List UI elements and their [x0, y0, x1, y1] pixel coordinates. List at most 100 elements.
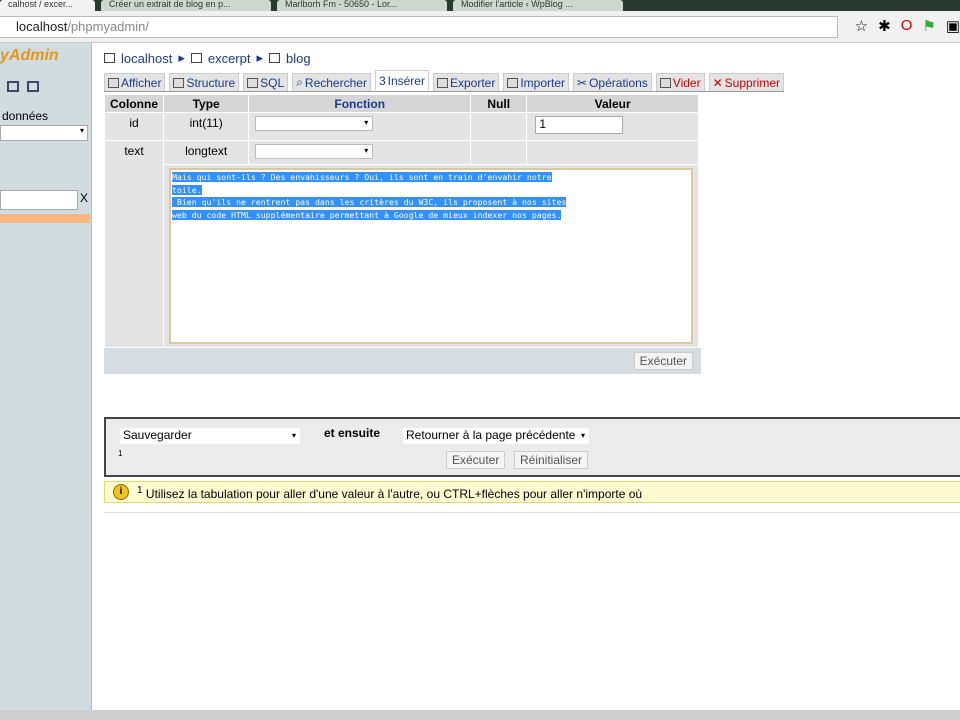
header-type: Type — [164, 95, 249, 112]
star-icon[interactable]: ☆ — [855, 17, 868, 35]
table-row: id int(11) ▾ 1 — [105, 113, 698, 140]
tab-afficher[interactable]: Afficher — [104, 73, 166, 91]
browser-tab[interactable]: Modifier l'article ‹ WpBlog ... — [453, 0, 623, 11]
status-bar — [0, 710, 960, 720]
tab-label: SQL — [260, 75, 285, 90]
value-cell — [527, 141, 698, 164]
import-icon — [507, 77, 519, 88]
id-value-input[interactable]: 1 — [535, 116, 624, 134]
url-path: /phpmyadmin/ — [67, 19, 149, 34]
tab-label: Supprimer — [724, 75, 781, 90]
column-type: longtext — [164, 141, 249, 164]
table-icon — [269, 53, 281, 63]
execute-bar: Exécuter — [104, 348, 701, 374]
tab-exporter[interactable]: Exporter — [432, 73, 500, 91]
insert-table: Colonne Type Fonction Null Valeur id int… — [104, 94, 699, 348]
phpmyadmin-logo[interactable]: yAdmin — [0, 47, 59, 65]
tab-label: Vider — [672, 75, 701, 90]
address-bar-area: localhost/phpmyadmin/ ☆ ✱ O ⚑ ▣ — [0, 11, 960, 43]
action-select[interactable]: Sauvegarder ▾ — [120, 428, 300, 444]
tab-sql[interactable]: SQL — [243, 73, 289, 91]
tab-label: Afficher — [121, 75, 162, 90]
database-label: données — [2, 109, 49, 123]
browse-icon — [108, 77, 119, 88]
arrow-icon: ▸ — [178, 50, 185, 65]
text-value-textarea[interactable]: Mais qui sont-ils ? Des envahisseurs ? O… — [169, 168, 693, 344]
extension-icon[interactable]: ✱ — [878, 17, 891, 35]
null-cell — [471, 113, 527, 140]
null-cell — [471, 141, 527, 164]
database-select[interactable]: ▾ — [0, 125, 88, 141]
url-input[interactable]: localhost/phpmyadmin/ — [0, 16, 838, 38]
then-value: Retourner à la page précédente — [406, 428, 576, 442]
arrow-icon: ▸ — [256, 50, 264, 65]
table-filter-input[interactable] — [0, 190, 78, 210]
browser-tab[interactable]: Créer un extrait de blog en p... — [101, 0, 271, 11]
evernote-icon[interactable]: ⚑ — [922, 17, 935, 35]
tab-label: Insérer — [387, 73, 425, 88]
home-icon[interactable] — [7, 81, 19, 92]
main-content: localhost ▸ excerpt ▸ blog Afficher Struct… — [92, 43, 960, 710]
browser-tab[interactable]: calhost / excer... — [0, 0, 95, 11]
header-null: Null — [471, 95, 527, 112]
selected-text: Mais qui sont-ils ? Des envahisseurs ? O… — [172, 172, 567, 220]
tab-rechercher[interactable]: ⌕ Rechercher — [292, 73, 371, 91]
tab-label: Exporter — [449, 75, 496, 90]
function-select[interactable]: ▾ — [255, 116, 374, 131]
insert-icon: 3 — [378, 73, 386, 88]
opera-icon[interactable]: O — [901, 17, 913, 35]
browser-tab-bar: calhost / excer... Créer un extrait de b… — [0, 0, 960, 11]
breadcrumb-table[interactable]: blog — [286, 51, 311, 66]
breadcrumb-server[interactable]: localhost — [121, 51, 172, 66]
tab-label: Opérations — [589, 75, 648, 90]
column-name: text — [105, 141, 163, 347]
then-label: et ensuite — [324, 426, 381, 440]
reset-button[interactable]: Réinitialiser — [514, 451, 589, 469]
column-type: int(11) — [164, 113, 249, 140]
sql-icon — [247, 77, 259, 88]
selected-table-item[interactable] — [0, 214, 90, 223]
after-insert-panel: Sauvegarder ▾ et ensuite Retourner à la p… — [104, 417, 960, 477]
notice-text: Utilisez la tabulation pour aller d'une … — [145, 486, 643, 501]
breadcrumb-database[interactable]: excerpt — [208, 51, 251, 66]
notice-bar: i 1 Utilisez la tabulation pour aller d'… — [104, 481, 960, 503]
header-column: Colonne — [105, 95, 163, 112]
linkedin-icon[interactable]: ▣ — [946, 17, 960, 35]
action-value: Sauvegarder — [123, 428, 192, 442]
sidebar: yAdmin données ▾ X — [0, 43, 92, 710]
breadcrumb: localhost ▸ excerpt ▸ blog — [104, 50, 311, 66]
search-icon: ⌕ — [296, 75, 303, 89]
then-select[interactable]: Retourner à la page précédente ▾ — [403, 428, 589, 444]
structure-icon — [173, 77, 185, 88]
query-icon[interactable] — [27, 81, 39, 92]
empty-icon — [659, 77, 671, 88]
tab-label: Importer — [520, 75, 566, 90]
tab-importer[interactable]: Importer — [503, 73, 570, 91]
tab-structure[interactable]: Structure — [169, 73, 240, 91]
table-tabs: Afficher Structure SQL ⌕ Rechercher 3 Insé… — [104, 70, 785, 92]
header-value: Valeur — [527, 95, 698, 112]
divider — [104, 512, 960, 513]
column-name: id — [105, 113, 163, 140]
url-host: localhost — [16, 19, 68, 34]
delete-icon: ✕ — [712, 75, 723, 90]
wrench-icon: ✂ — [577, 75, 588, 90]
clear-filter-button[interactable]: X — [80, 191, 88, 205]
tab-supprimer[interactable]: ✕ Supprimer — [708, 73, 785, 91]
server-icon — [104, 53, 115, 63]
browser-tab[interactable]: Marlborh Fm - 50650 - Lor... — [277, 0, 447, 11]
tab-label: Rechercher — [304, 75, 367, 90]
export-icon — [436, 77, 448, 88]
database-icon — [190, 53, 202, 63]
execute-button-2[interactable]: Exécuter — [446, 451, 506, 469]
function-select[interactable]: ▾ — [255, 144, 374, 159]
execute-button[interactable]: Exécuter — [633, 352, 693, 370]
tab-label: Structure — [186, 75, 236, 90]
tab-operations[interactable]: ✂ Opérations — [573, 73, 652, 91]
tab-inserer[interactable]: 3 Insérer — [374, 70, 429, 90]
header-function: Fonction — [249, 95, 471, 112]
table-row: text longtext ▾ — [105, 141, 698, 347]
tab-vider[interactable]: Vider — [655, 73, 705, 91]
footnote-marker: 1 — [118, 449, 123, 458]
info-icon: i — [113, 484, 129, 500]
